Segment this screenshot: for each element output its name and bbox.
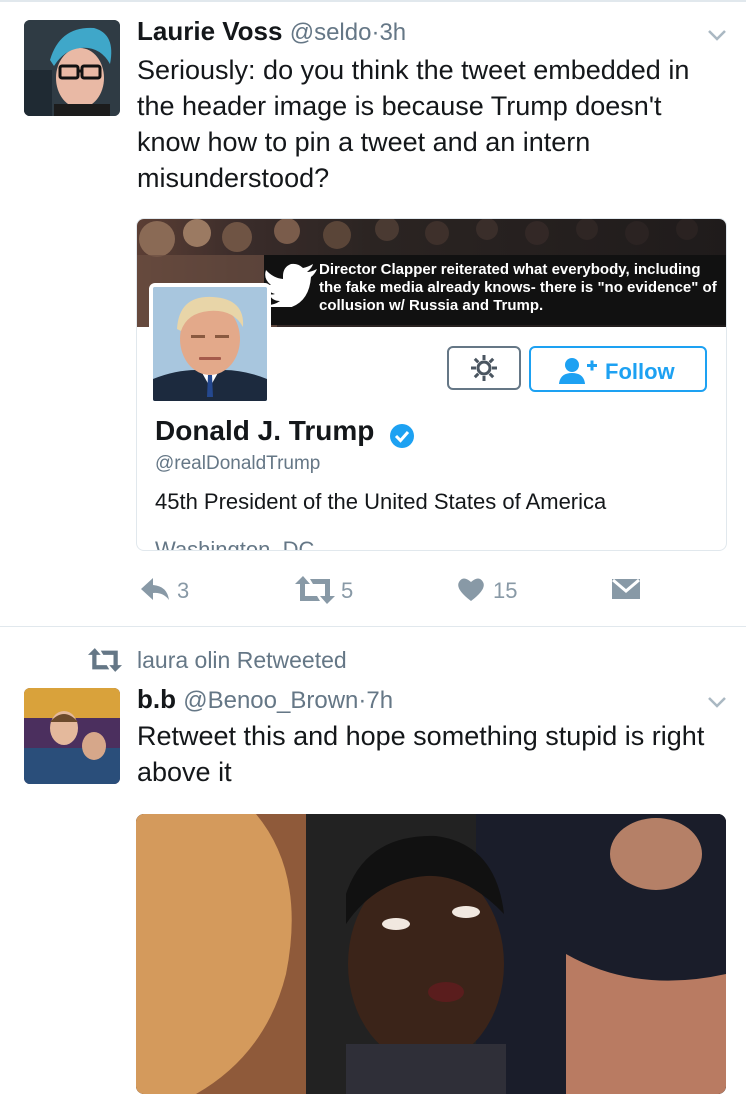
message-button[interactable] bbox=[611, 572, 643, 608]
retweet-icon bbox=[295, 576, 335, 604]
tweet-photo[interactable] bbox=[136, 814, 726, 1094]
reply-button[interactable]: 3 bbox=[139, 572, 199, 608]
card-bio: 45th President of the United States of A… bbox=[155, 489, 607, 514]
tweet-laurie-voss[interactable]: Laurie Voss @seldo·3h Seriously: do you … bbox=[0, 0, 746, 626]
author-name[interactable]: Laurie Voss bbox=[137, 16, 282, 46]
trump-portrait bbox=[153, 287, 267, 401]
chevron-down-icon[interactable] bbox=[706, 24, 728, 46]
author-name[interactable]: b.b bbox=[137, 684, 176, 714]
avatar[interactable] bbox=[24, 20, 120, 116]
tweet-text: Seriously: do you think the tweet embedd… bbox=[137, 55, 690, 193]
tweet-text: Retweet this and hope something stupid i… bbox=[137, 721, 705, 787]
photo-image bbox=[136, 814, 726, 1094]
twitter-bird-icon bbox=[265, 263, 317, 307]
chevron-down-icon[interactable] bbox=[706, 691, 728, 713]
author-handle[interactable]: @seldo bbox=[290, 19, 372, 46]
reply-icon bbox=[141, 578, 169, 600]
message-icon bbox=[612, 578, 640, 599]
follow-label: Follow bbox=[605, 359, 675, 384]
like-count: 15 bbox=[493, 578, 518, 603]
verified-icon bbox=[390, 424, 414, 448]
timestamp[interactable]: 7h bbox=[366, 687, 393, 714]
retweet-button[interactable]: 5 bbox=[295, 572, 365, 608]
avatar-image bbox=[24, 688, 120, 784]
card-location: Washington, DC bbox=[155, 537, 315, 551]
profile-card[interactable]: Director Clapper reiterated what everybo… bbox=[136, 218, 727, 551]
timestamp[interactable]: 3h bbox=[379, 19, 406, 46]
avatar-image bbox=[24, 20, 120, 116]
avatar[interactable] bbox=[24, 688, 120, 784]
like-button[interactable]: 15 bbox=[457, 572, 537, 608]
settings-button[interactable] bbox=[447, 346, 521, 390]
author-handle[interactable]: @Benoo_Brown bbox=[183, 687, 358, 714]
tweet-header: Laurie Voss @seldo·3h bbox=[137, 16, 406, 47]
trump-profile-image[interactable] bbox=[149, 283, 271, 405]
follow-button[interactable]: Follow bbox=[529, 346, 707, 392]
add-user-icon bbox=[559, 358, 597, 384]
reply-count: 3 bbox=[177, 578, 190, 603]
card-display-name[interactable]: Donald J. Trump bbox=[155, 415, 374, 447]
heart-icon bbox=[458, 578, 484, 601]
tweet-header: b.b @Benoo_Brown·7h bbox=[137, 684, 393, 715]
gear-icon bbox=[471, 355, 497, 381]
card-handle[interactable]: @realDonaldTrump bbox=[155, 453, 320, 475]
retweet-count: 5 bbox=[341, 578, 354, 603]
banner-quote-text: Director Clapper reiterated what everybo… bbox=[319, 261, 717, 314]
tweet-actions: 3 5 15 bbox=[137, 572, 657, 608]
